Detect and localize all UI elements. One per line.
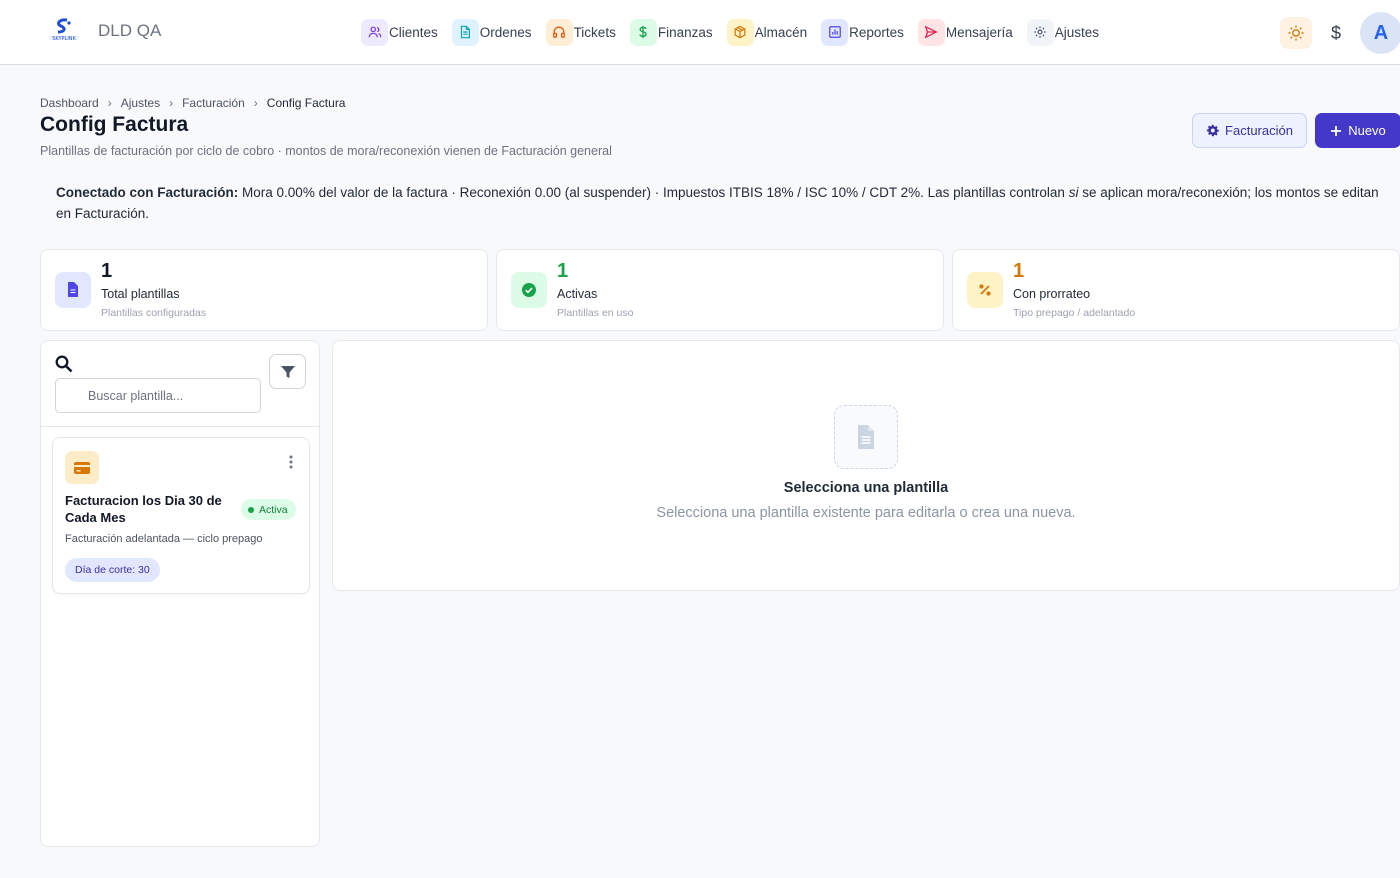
chevron-right-icon: › <box>169 96 174 110</box>
notice-lead: Conectado con Facturación: <box>56 185 239 200</box>
nav-label: Finanzas <box>657 24 713 40</box>
gear-icon <box>1026 18 1054 46</box>
dollar-icon <box>629 18 657 46</box>
nav-clientes[interactable]: Clientes <box>361 18 438 46</box>
stat-label: Total plantillas <box>101 287 180 301</box>
percent-icon <box>967 272 1003 308</box>
stat-value: 1 <box>101 260 113 282</box>
breadcrumb-current: Config Factura <box>266 96 346 110</box>
chart-icon <box>821 18 849 46</box>
cutoff-day-chip: Día de corte: 30 <box>65 558 160 582</box>
stat-sublabel: Plantillas en uso <box>557 307 634 319</box>
new-button-label: Nuevo <box>1348 123 1386 138</box>
users-icon <box>361 18 388 46</box>
headset-icon <box>545 18 573 46</box>
send-icon <box>917 18 945 46</box>
breadcrumb: Dashboard › Ajustes › Facturación › Conf… <box>40 96 345 110</box>
svg-text:SKYPLINK: SKYPLINK <box>52 36 76 42</box>
nav-tickets[interactable]: Tickets <box>545 18 616 46</box>
empty-state-subtitle: Selecciona una plantilla existente para … <box>656 505 1076 521</box>
top-navbar: SKYPLINK DLD QA Clientes Ordenes Tickets <box>0 0 1400 65</box>
nav-reportes[interactable]: Reportes <box>821 18 904 46</box>
status-dot-icon <box>248 506 254 513</box>
chevron-right-icon: › <box>107 96 112 110</box>
nav-ordenes[interactable]: Ordenes <box>451 18 532 46</box>
nav-label: Ajustes <box>1054 24 1099 40</box>
filter-icon <box>280 365 295 378</box>
sun-icon <box>1288 25 1304 41</box>
nav-label: Almacén <box>754 24 808 40</box>
stat-sublabel: Tipo prepago / adelantado <box>1013 307 1136 319</box>
nav-label: Reportes <box>849 24 904 40</box>
template-list-panel: Facturacion los Dia 30 de Cada Mes Activ… <box>40 340 320 847</box>
nav-label: Tickets <box>573 24 616 40</box>
notice-text: Mora 0.00% del valor de la factura · Rec… <box>238 185 1069 200</box>
credit-card-icon <box>65 451 99 484</box>
document-icon <box>55 272 91 308</box>
billing-connection-notice: Conectado con Facturación: Mora 0.00% de… <box>56 182 1386 224</box>
stat-value: 1 <box>557 260 569 282</box>
box-icon <box>726 18 754 46</box>
nav-label: Clientes <box>389 24 438 40</box>
empty-state-title: Selecciona una plantilla <box>783 480 949 496</box>
template-name: Facturacion los Dia 30 de Cada Mes <box>65 493 222 525</box>
page-subtitle: Plantillas de facturación por ciclo de c… <box>40 144 612 158</box>
more-vertical-icon[interactable] <box>289 455 293 472</box>
theme-toggle-button[interactable] <box>1280 17 1312 49</box>
app-title[interactable]: DLD QA <box>98 21 161 41</box>
nav-ajustes[interactable]: Ajustes <box>1026 18 1099 46</box>
notice-emphasis: si <box>1068 185 1079 200</box>
stat-sublabel: Plantillas configuradas <box>101 307 207 319</box>
stat-card-total: 1 Total plantillas Plantillas configurad… <box>40 249 488 331</box>
nav-label: Ordenes <box>479 24 532 40</box>
breadcrumb-ajustes[interactable]: Ajustes <box>121 96 160 110</box>
stat-card-prorrateo: 1 Con prorrateo Tipo prepago / adelantad… <box>952 249 1400 331</box>
main-nav: Clientes Ordenes Tickets Finanzas Almacé… <box>361 18 1113 46</box>
template-card[interactable]: Facturacion los Dia 30 de Cada Mes Activ… <box>52 437 310 594</box>
user-avatar[interactable]: A <box>1360 12 1400 54</box>
plus-icon <box>1331 125 1342 136</box>
stat-label: Con prorrateo <box>1013 287 1091 301</box>
nav-almacen[interactable]: Almacén <box>726 18 808 46</box>
document-icon <box>451 18 479 46</box>
nav-mensajeria[interactable]: Mensajería <box>917 18 1013 46</box>
page-title: Config Factura <box>40 113 189 136</box>
stat-value: 1 <box>1013 260 1025 282</box>
new-button[interactable]: Nuevo <box>1315 113 1400 148</box>
app-logo[interactable]: SKYPLINK <box>47 18 81 44</box>
status-label: Activa <box>259 503 288 516</box>
chevron-right-icon: › <box>253 96 258 110</box>
template-description: Facturación adelantada — ciclo prepago <box>65 533 263 545</box>
gear-icon <box>1206 124 1219 137</box>
search-input[interactable] <box>55 378 261 413</box>
facturacion-button[interactable]: Facturación <box>1192 113 1307 148</box>
facturacion-button-label: Facturación <box>1225 123 1293 138</box>
currency-button[interactable]: $ <box>1320 17 1352 49</box>
search-icon <box>55 355 73 376</box>
document-icon <box>834 405 898 469</box>
status-badge: Activa <box>241 499 296 520</box>
nav-finanzas[interactable]: Finanzas <box>629 18 713 46</box>
check-circle-icon <box>511 272 547 308</box>
template-editor-panel: Selecciona una plantilla Selecciona una … <box>332 340 1400 591</box>
stat-card-active: 1 Activas Plantillas en uso <box>496 249 944 331</box>
divider <box>41 426 319 427</box>
nav-label: Mensajería <box>945 24 1013 40</box>
breadcrumb-facturacion[interactable]: Facturación <box>182 96 245 110</box>
stat-label: Activas <box>557 287 598 301</box>
header-actions: $ A <box>1280 12 1400 54</box>
filter-button[interactable] <box>269 354 306 389</box>
breadcrumb-dashboard[interactable]: Dashboard <box>40 96 99 110</box>
